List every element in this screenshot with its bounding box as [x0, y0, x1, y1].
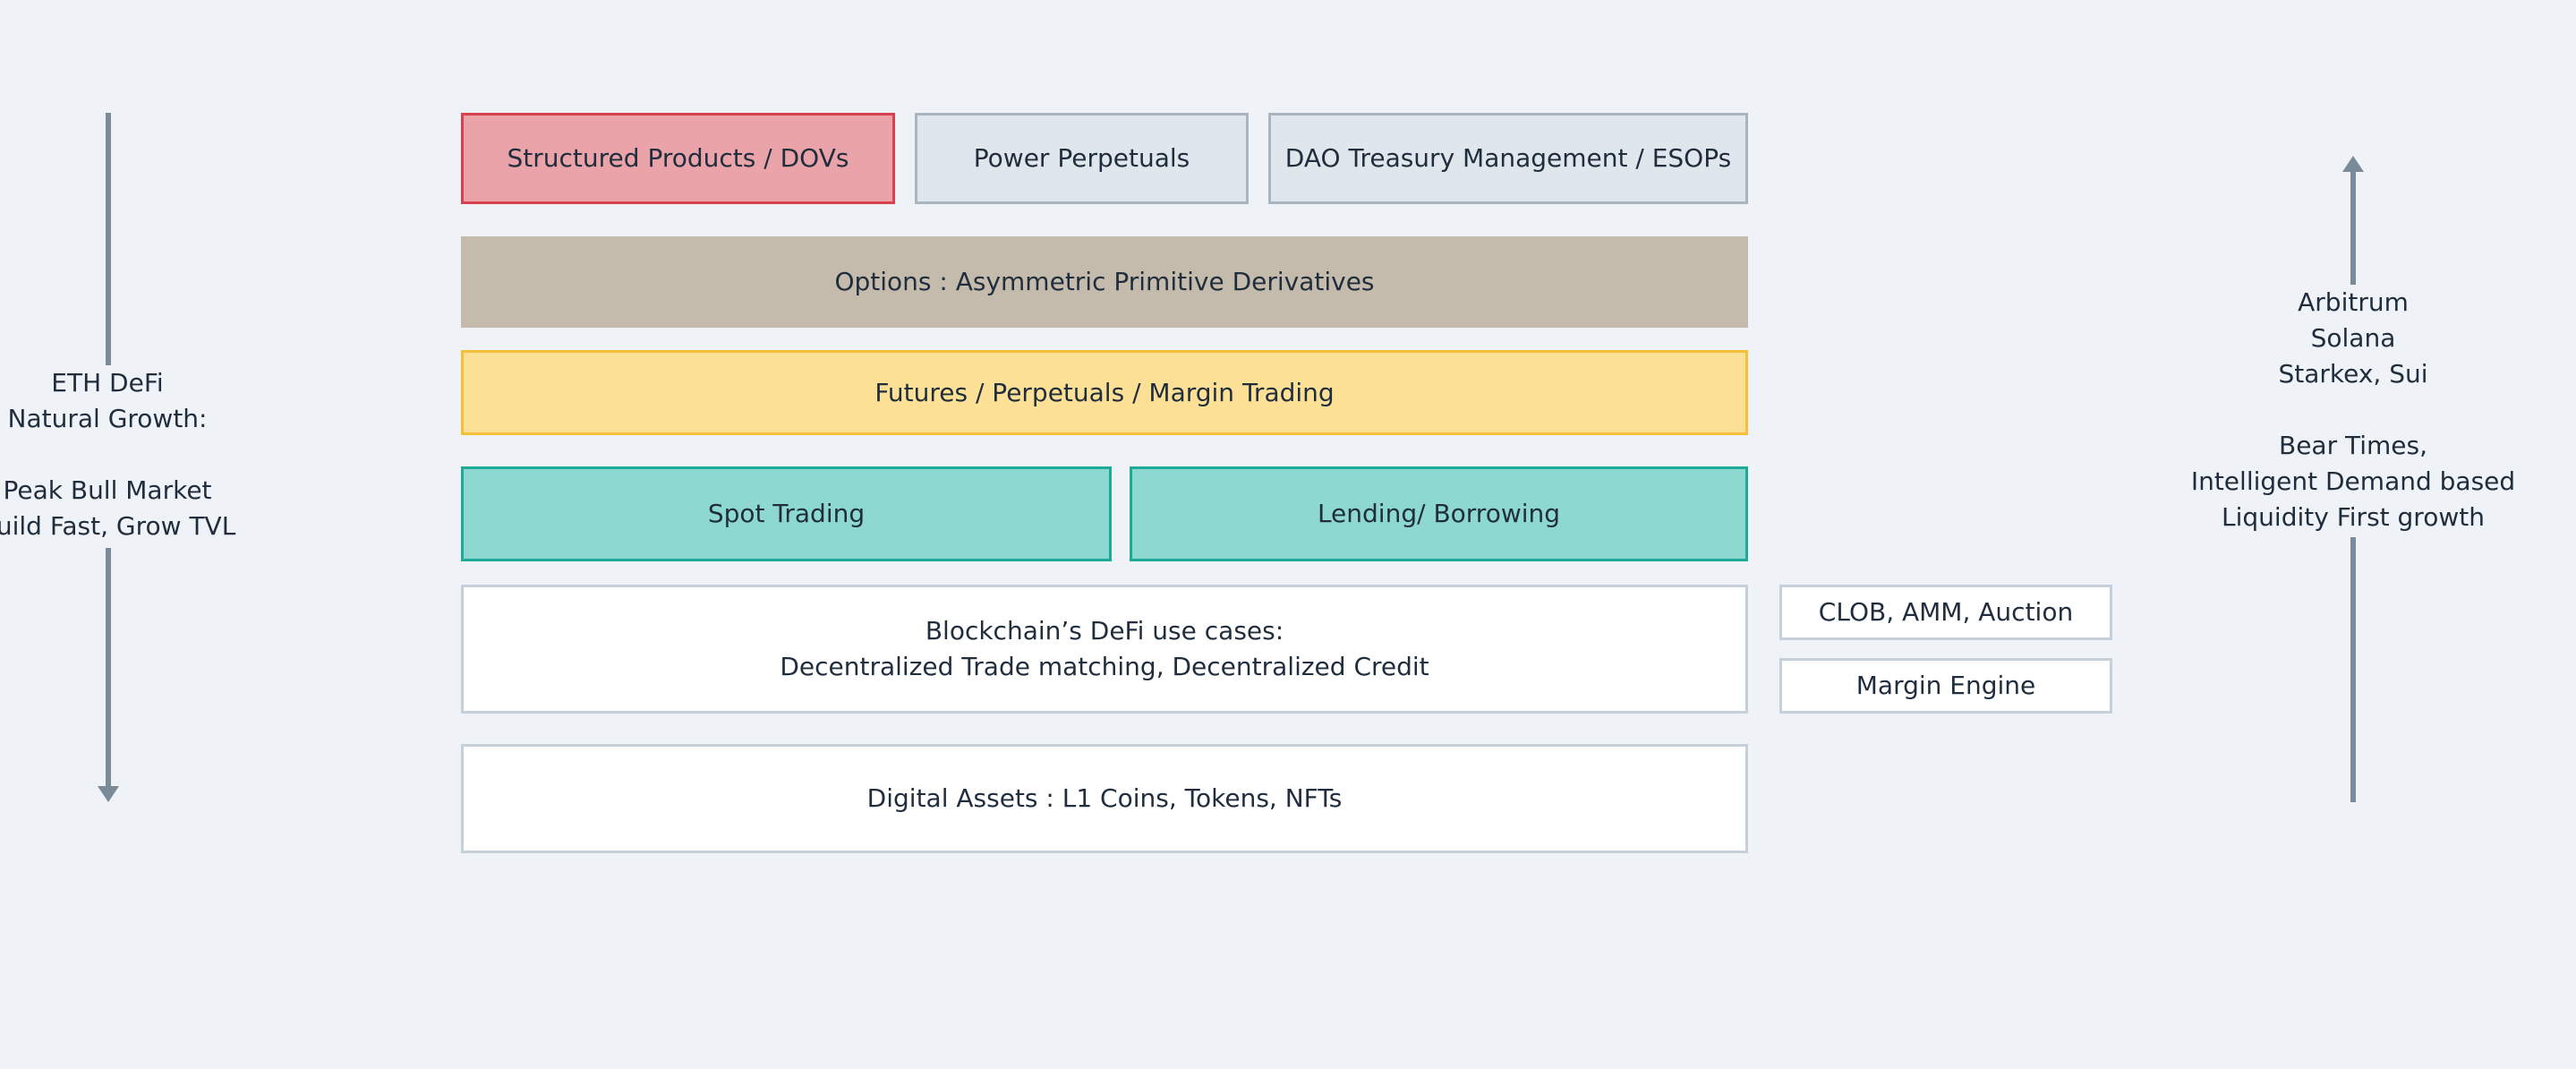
futures-box: Futures / Perpetuals / Margin Trading — [461, 350, 1748, 435]
left-growth-label: ETH DeFi Natural Growth: Peak Bull Marke… — [0, 368, 236, 541]
left-arrow-head — [98, 786, 119, 802]
clob-amm-auction-box: CLOB, AMM, Auction — [1779, 585, 2112, 640]
digital-assets-label: Digital Assets : L1 Coins, Tokens, NFTs — [866, 783, 1343, 813]
defi-use-cases-box: Blockchain’s DeFi use cases: Decentraliz… — [461, 585, 1748, 714]
clob-amm-auction-label: CLOB, AMM, Auction — [1818, 597, 2074, 627]
defi-use-cases-label: Blockchain’s DeFi use cases: Decentraliz… — [780, 616, 1429, 681]
structured-products-box: Structured Products / DOVs — [461, 113, 895, 204]
dao-treasury-label: DAO Treasury Management / ESOPs — [1284, 143, 1732, 173]
structured-products-label: Structured Products / DOVs — [507, 143, 849, 173]
spot-trading-box: Spot Trading — [461, 466, 1112, 561]
digital-assets-box: Digital Assets : L1 Coins, Tokens, NFTs — [461, 744, 1748, 853]
lending-borrowing-label: Lending/ Borrowing — [1317, 499, 1561, 528]
options-label: Options : Asymmetric Primitive Derivativ… — [834, 267, 1375, 296]
futures-label: Futures / Perpetuals / Margin Trading — [874, 377, 1335, 407]
dao-treasury-box: DAO Treasury Management / ESOPs — [1268, 113, 1748, 204]
power-perpetuals-label: Power Perpetuals — [973, 143, 1190, 173]
spot-trading-label: Spot Trading — [707, 499, 866, 528]
right-growth-label: Arbitrum Solana Starkex, Sui Bear Times,… — [2190, 287, 2516, 532]
margin-engine-box: Margin Engine — [1779, 658, 2112, 714]
margin-engine-label: Margin Engine — [1855, 671, 2036, 700]
lending-borrowing-box: Lending/ Borrowing — [1130, 466, 1748, 561]
power-perpetuals-box: Power Perpetuals — [915, 113, 1249, 204]
right-arrow-head — [2342, 156, 2364, 172]
options-box: Options : Asymmetric Primitive Derivativ… — [461, 236, 1748, 328]
